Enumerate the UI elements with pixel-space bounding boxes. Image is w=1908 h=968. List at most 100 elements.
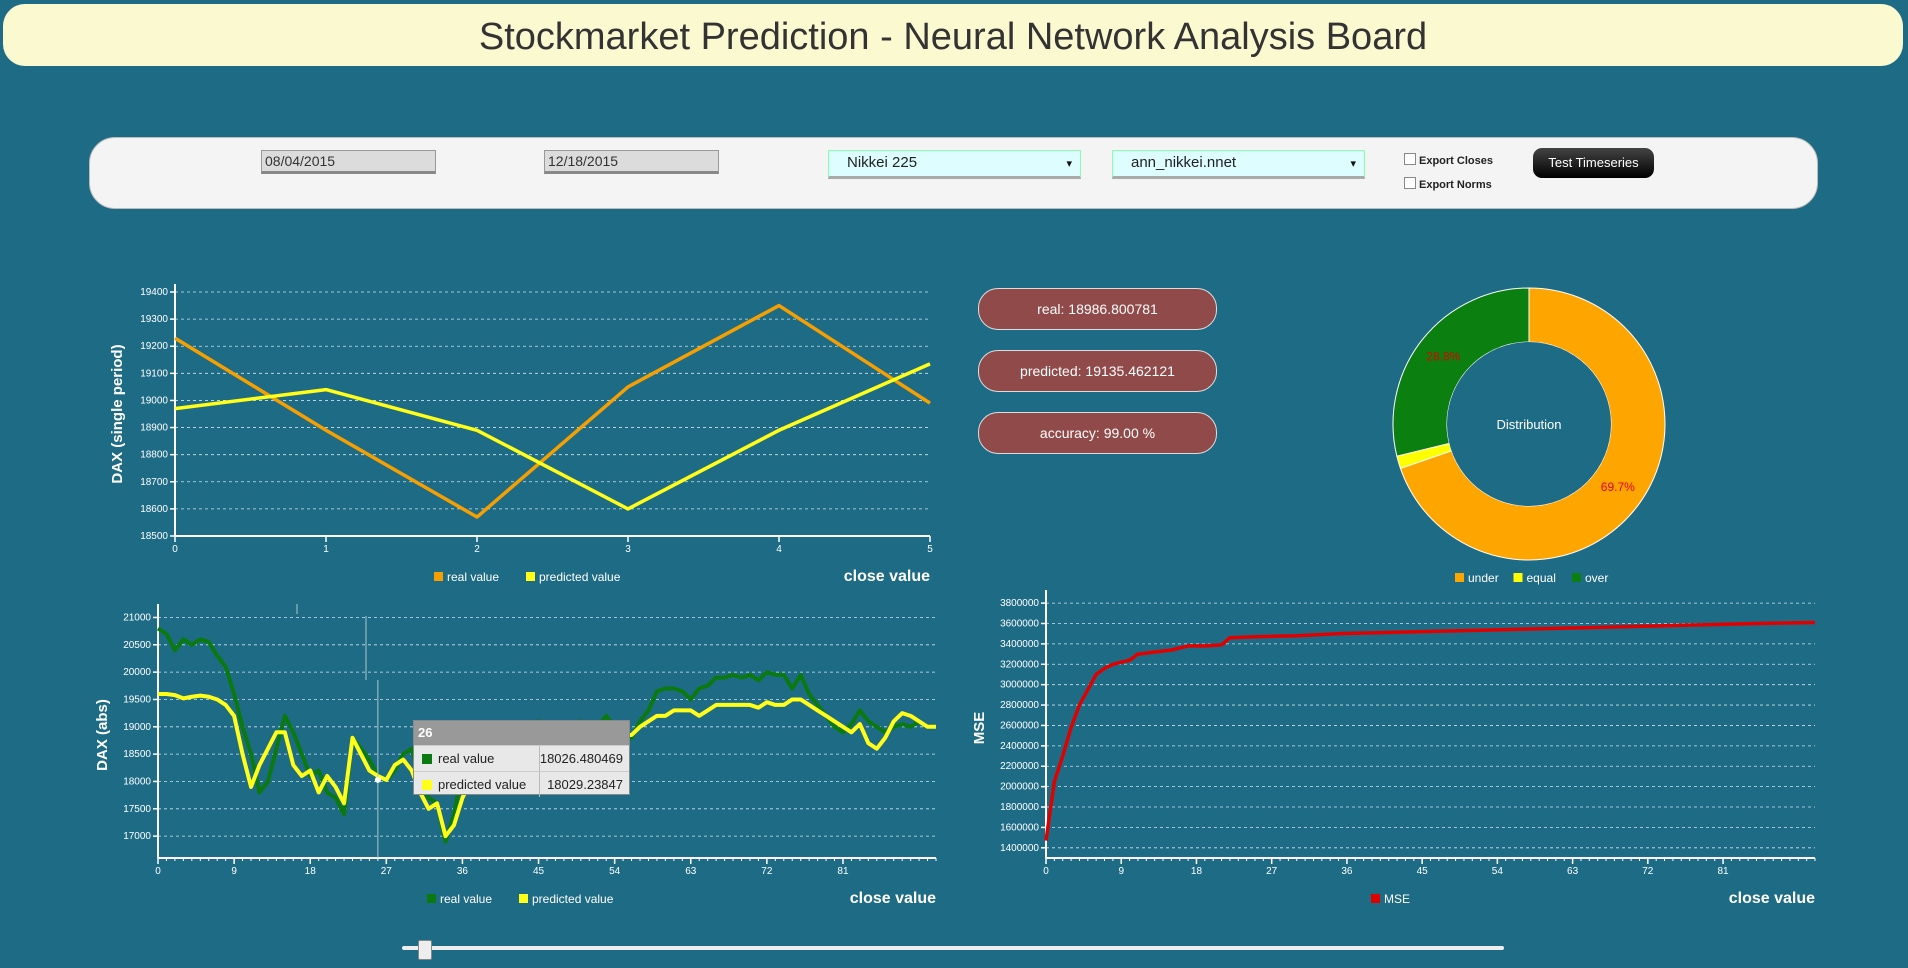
x-tick-label: 4 — [776, 544, 782, 555]
legend-entry: real value — [447, 570, 499, 584]
y-tick-label: 3600000 — [1000, 618, 1039, 629]
y-tick-label: 3000000 — [1000, 680, 1039, 691]
series-line-real-value — [174, 303, 931, 519]
y-tick-label: 19000 — [123, 722, 151, 733]
legend-entry: predicted value — [539, 570, 621, 584]
y-tick-label: 17000 — [123, 831, 151, 842]
y-tick-label: 18900 — [140, 423, 168, 434]
x-tick-label: 1 — [323, 544, 329, 555]
y-tick-label: 20000 — [123, 667, 151, 678]
x-tick-label: 54 — [1492, 866, 1504, 877]
range-slider-track[interactable] — [402, 946, 1504, 950]
tooltip-predicted-label: predicted value — [438, 777, 527, 792]
y-axis-label: MSE — [971, 712, 988, 745]
x-tick-label: 45 — [533, 866, 545, 877]
y-tick-label: 2200000 — [1000, 761, 1039, 772]
y-tick-label: 19300 — [140, 314, 168, 325]
y-tick-label: 3400000 — [1000, 639, 1039, 650]
legend-entry: equal — [1527, 571, 1556, 585]
legend-swatch — [1371, 894, 1380, 903]
y-tick-label: 21000 — [123, 612, 151, 623]
x-axis-label: close value — [1729, 890, 1815, 907]
x-tick-label: 81 — [837, 866, 849, 877]
x-tick-label: 72 — [761, 866, 773, 877]
y-tick-label: 2800000 — [1000, 700, 1039, 711]
y-tick-label: 19400 — [140, 287, 168, 298]
legend-entry: under — [1468, 571, 1499, 585]
legend-entry: over — [1585, 571, 1608, 585]
legend-entry: predicted value — [532, 892, 614, 906]
legend-swatch — [526, 572, 535, 581]
y-axis-label: DAX (abs) — [94, 699, 111, 771]
x-tick-label: 63 — [685, 866, 697, 877]
legend-swatch — [1572, 573, 1581, 582]
x-tick-label: 18 — [1191, 866, 1203, 877]
tooltip-index: 26 — [414, 721, 629, 745]
real-swatch-icon — [422, 754, 432, 764]
x-tick-label: 54 — [609, 866, 621, 877]
x-tick-label: 0 — [172, 544, 178, 555]
legend-entry: real value — [440, 892, 492, 906]
series-line-mse — [1044, 620, 1816, 841]
y-tick-label: 18600 — [140, 504, 168, 515]
legend-entry: MSE — [1384, 892, 1410, 906]
pie-title: Distribution — [1496, 417, 1561, 432]
x-tick-label: 27 — [1266, 866, 1278, 877]
charts-canvas: 1850018600187001880018900190001910019200… — [94, 284, 1816, 907]
x-tick-label: 0 — [155, 866, 161, 877]
y-tick-label: 1600000 — [1000, 822, 1039, 833]
x-tick-label: 3 — [625, 544, 631, 555]
y-tick-label: 19000 — [140, 395, 168, 406]
y-tick-label: 20500 — [123, 640, 151, 651]
x-tick-label: 18 — [305, 866, 317, 877]
x-tick-label: 5 — [927, 544, 933, 555]
x-tick-label: 63 — [1567, 866, 1579, 877]
x-tick-label: 9 — [1118, 866, 1124, 877]
x-tick-label: 9 — [231, 866, 237, 877]
x-tick-label: 81 — [1717, 866, 1729, 877]
x-tick-label: 0 — [1043, 866, 1049, 877]
x-tick-label: 45 — [1417, 866, 1429, 877]
y-tick-label: 3800000 — [1000, 598, 1039, 609]
x-axis-label: close value — [844, 568, 930, 585]
y-tick-label: 19100 — [140, 368, 168, 379]
predicted-swatch-icon — [422, 780, 432, 790]
pie-slice-label: 28.8% — [1426, 350, 1460, 364]
legend-swatch — [434, 572, 443, 581]
x-tick-label: 72 — [1642, 866, 1654, 877]
range-slider-handle[interactable] — [418, 940, 433, 960]
y-tick-label: 2000000 — [1000, 782, 1039, 793]
y-tick-label: 19500 — [123, 694, 151, 705]
pie-slice-label: 69.7% — [1601, 480, 1635, 494]
y-tick-label: 17500 — [123, 804, 151, 815]
y-axis-label: DAX (single period) — [109, 344, 126, 483]
legend-swatch — [1513, 573, 1523, 582]
y-tick-label: 18700 — [140, 477, 168, 488]
tooltip-predicted-value: 18029.23847 — [547, 777, 623, 792]
hover-point — [374, 776, 381, 783]
y-tick-label: 3200000 — [1000, 659, 1039, 670]
x-tick-label: 36 — [1341, 866, 1353, 877]
legend-swatch — [427, 894, 436, 903]
y-tick-label: 2400000 — [1000, 741, 1039, 752]
tooltip-predicted-row: predicted value 18029.23847 — [414, 771, 629, 797]
tooltip-real-label: real value — [438, 751, 495, 766]
x-tick-label: 2 — [474, 544, 480, 555]
y-tick-label: 2600000 — [1000, 720, 1039, 731]
y-tick-label: 18800 — [140, 450, 168, 461]
tooltip-real-value: 18026.480469 — [539, 751, 623, 766]
series-line-predicted-value — [174, 362, 931, 511]
x-tick-label: 36 — [457, 866, 469, 877]
tooltip-real-row: real value 18026.480469 — [414, 745, 629, 771]
legend-swatch — [1455, 573, 1464, 582]
y-tick-label: 1800000 — [1000, 802, 1039, 813]
y-tick-label: 19200 — [140, 341, 168, 352]
y-tick-label: 18500 — [140, 531, 168, 542]
x-tick-label: 27 — [381, 866, 393, 877]
legend-swatch — [519, 894, 528, 903]
y-tick-label: 18000 — [123, 776, 151, 787]
y-tick-label: 1400000 — [1000, 843, 1039, 854]
y-tick-label: 18500 — [123, 749, 151, 760]
chart-tooltip: 26 real value 18026.480469 predicted val… — [413, 720, 630, 797]
x-axis-label: close value — [850, 890, 936, 907]
